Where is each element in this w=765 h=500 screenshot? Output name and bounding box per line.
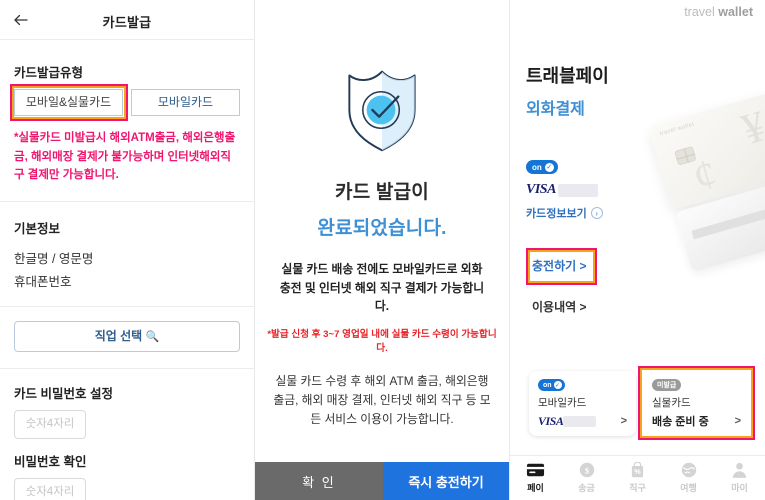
card-type-label: 카드발급유형: [14, 66, 84, 80]
shopping-bag-percent-icon: %: [628, 462, 647, 478]
page-title: 카드발급: [102, 15, 152, 30]
brand-bold: wallet: [718, 5, 753, 19]
card-pin-confirm-title: 비밀번호 확인: [14, 454, 87, 469]
basic-info-section: 기본정보 한글명 / 영문명 휴대폰번호: [0, 218, 254, 290]
nav-item-my[interactable]: 마이: [714, 462, 765, 494]
card-magstripe: [691, 209, 765, 240]
card-type-warning: *실물카드 미발급시 해외ATM출금, 해외은행출금, 해외매장 결제가 불가능…: [14, 132, 236, 182]
divider-1: [0, 200, 254, 202]
tile-status-row-physical: 배송 준비 중 >: [643, 412, 750, 430]
issue-complete-body-note: 실물 카드 수령 후 해외 ATM 출금, 해외은행 출금, 해외 매장 결제,…: [273, 373, 491, 426]
divider-2: [0, 305, 254, 307]
card-art-yen-symbol: ¥: [736, 101, 765, 155]
nav-item-direct-purchase[interactable]: % 직구: [612, 462, 663, 494]
card-icon: [526, 463, 545, 478]
status-badge-label: on: [532, 162, 542, 172]
card-pin-input[interactable]: 숫자4자리: [14, 409, 86, 439]
brand-light: travel: [684, 5, 715, 19]
tile-chevron-mobile: >: [620, 415, 627, 427]
tile-visa-logo: VISA: [538, 413, 564, 428]
card-type-tabs: 모바일&실물카드 모바일카드: [10, 84, 240, 121]
nav-item-transfer[interactable]: $ 송금: [561, 462, 612, 494]
travel-wallet-logo: travel wallet: [684, 5, 753, 19]
issue-complete-panel: 카드 발급이 완료되었습니다. 실물 카드 배송 전에도 모바일카드로 외화 충…: [255, 0, 510, 500]
travel-pay-title: 트래블페이: [526, 66, 609, 86]
tab-gap: [123, 89, 131, 116]
person-icon: [730, 462, 749, 478]
tab-mobile-card[interactable]: 모바일카드: [130, 89, 240, 116]
left-panel-topbar: 카드발급: [0, 0, 254, 40]
basic-info-phone-row: 휴대폰번호: [14, 274, 72, 289]
tile-name-mobile-card: 모바일카드: [538, 397, 587, 409]
status-badge-on: on ✓: [526, 160, 558, 174]
usage-history-link[interactable]: 이용내역 >: [532, 298, 587, 315]
divider-3: [0, 367, 254, 369]
center-bottom-actions: 확 인 즉시 충전하기: [255, 462, 509, 500]
tile-masked-number: [563, 415, 597, 427]
nav-item-travel[interactable]: 여행: [663, 462, 714, 494]
tile-badge-on: on ✓: [538, 379, 565, 391]
job-select-button[interactable]: 직업 선택 🔍: [14, 320, 240, 352]
card-info-label: 카드정보보기: [526, 208, 587, 220]
nav-item-pay[interactable]: 페이: [510, 463, 561, 494]
confirm-button[interactable]: 확 인: [255, 462, 383, 500]
basic-info-title: 기본정보: [14, 221, 61, 236]
tile-badge-not-issued: 미발급: [652, 379, 682, 391]
card-pin-confirm-input[interactable]: 숫자4자리: [14, 477, 86, 500]
issue-complete-red-note: *발급 신청 후 3~7 영업일 내에 실물 카드 수령이 가능합니다.: [267, 328, 497, 355]
tile-chevron-physical: >: [734, 415, 741, 427]
nav-label-pay: 페이: [527, 482, 544, 493]
tile-status-physical: 배송 준비 중: [652, 416, 709, 428]
card-art-logo: travel wallet: [659, 121, 696, 138]
visa-card-row: VISA: [526, 182, 598, 198]
masked-card-number: [557, 183, 598, 197]
visa-logo: VISA: [526, 182, 556, 197]
charge-link[interactable]: 충전하기 >: [532, 257, 587, 274]
shield-check-icon: [334, 62, 430, 163]
travel-pay-subtitle: 외화결제: [526, 101, 585, 118]
tile-status-row-mobile: VISA >: [529, 412, 636, 430]
bottom-navigation: 페이 $ 송금 % 직구 여행 마이: [510, 455, 765, 500]
card-type-section: 카드발급유형 모바일&실물카드 모바일카드 *실물카드 미발급시 해외ATM출금…: [0, 62, 254, 185]
issue-complete-heading-line1: 카드 발급이: [335, 182, 429, 203]
check-circle-icon: ✓: [544, 162, 554, 172]
svg-text:%: %: [634, 467, 641, 476]
travel-pay-home-panel: travel wallet travel wallet ¥ ¢ 트래블페이 외화…: [510, 0, 765, 500]
tile-badge-label: on: [543, 381, 552, 389]
card-pin-section: 카드 비밀번호 설정 숫자4자리 비밀번호 확인 숫자4자리: [0, 383, 254, 500]
nav-label-transfer: 송금: [578, 482, 595, 493]
app-screenshot: 카드발급 카드발급유형 모바일&실물카드 모바일카드 *실물카드 미발급시 해외…: [0, 0, 765, 500]
svg-text:$: $: [584, 466, 589, 476]
job-select-section: 직업 선택 🔍: [0, 320, 254, 352]
card-info-link[interactable]: 카드정보보기 ›: [526, 205, 603, 221]
card-issue-form-panel: 카드발급 카드발급유형 모바일&실물카드 모바일카드 *실물카드 미발급시 해외…: [0, 0, 255, 500]
nav-label-direct-purchase: 직구: [629, 482, 646, 493]
dollar-coin-icon: $: [577, 462, 596, 478]
chevron-right-circle-icon: ›: [590, 207, 603, 219]
tab-mobile-and-physical-card[interactable]: 모바일&실물카드: [14, 89, 124, 116]
globe-icon: [679, 462, 698, 478]
charge-now-button[interactable]: 즉시 충전하기: [383, 462, 509, 500]
search-icon: 🔍: [145, 330, 160, 343]
tile-mobile-card[interactable]: on ✓ 모바일카드 VISA >: [529, 371, 636, 436]
card-pin-title: 카드 비밀번호 설정: [14, 386, 113, 401]
basic-info-name-row: 한글명 / 영문명: [14, 251, 94, 266]
check-circle-icon: ✓: [553, 381, 562, 389]
tile-physical-card[interactable]: 미발급 실물카드 배송 준비 중 >: [643, 371, 750, 436]
issue-complete-heading-line2: 완료되었습니다.: [317, 218, 447, 239]
job-select-label: 직업 선택: [94, 328, 143, 343]
tile-name-physical-card: 실물카드: [652, 397, 691, 409]
nav-label-travel: 여행: [680, 482, 697, 493]
issue-complete-bold-note: 실물 카드 배송 전에도 모바일카드로 외화 충전 및 인터넷 해외 직구 결제…: [279, 262, 485, 314]
nav-label-my: 마이: [731, 482, 748, 493]
